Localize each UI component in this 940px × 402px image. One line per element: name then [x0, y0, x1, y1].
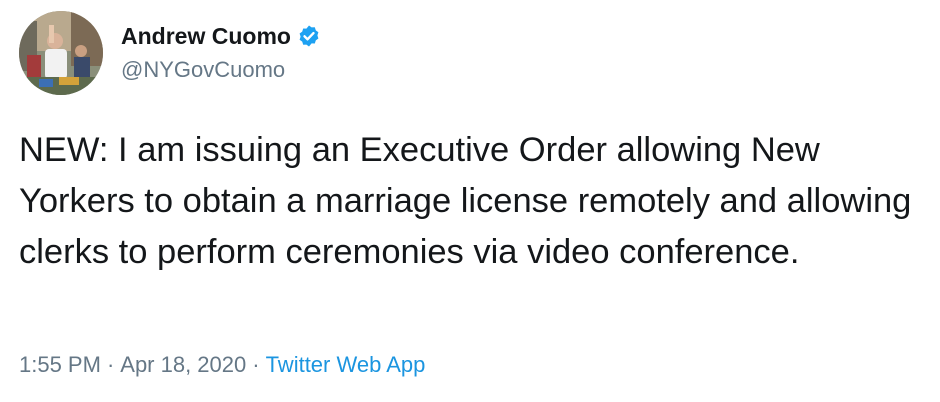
avatar[interactable]: [19, 11, 103, 95]
tweet-time[interactable]: 1:55 PM: [19, 352, 101, 377]
avatar-photo-icon: [19, 11, 103, 95]
meta-separator: ·: [252, 352, 260, 377]
tweet-date[interactable]: Apr 18, 2020: [120, 352, 246, 377]
tweet-meta: 1:55 PM · Apr 18, 2020 · Twitter Web App: [19, 350, 425, 380]
author-names: Andrew Cuomo @NYGovCuomo: [121, 22, 321, 84]
source-app-link[interactable]: Twitter Web App: [266, 352, 426, 377]
name-row: Andrew Cuomo: [121, 22, 321, 50]
meta-separator: ·: [106, 352, 115, 377]
tweet-text: NEW: I am issuing an Executive Order all…: [19, 131, 912, 271]
handle[interactable]: @NYGovCuomo: [121, 56, 321, 84]
tweet-card: Andrew Cuomo @NYGovCuomo NEW: I am issui…: [0, 0, 940, 402]
display-name[interactable]: Andrew Cuomo: [121, 22, 291, 50]
verified-badge-icon: [297, 24, 321, 48]
tweet-header: Andrew Cuomo @NYGovCuomo: [19, 11, 321, 95]
